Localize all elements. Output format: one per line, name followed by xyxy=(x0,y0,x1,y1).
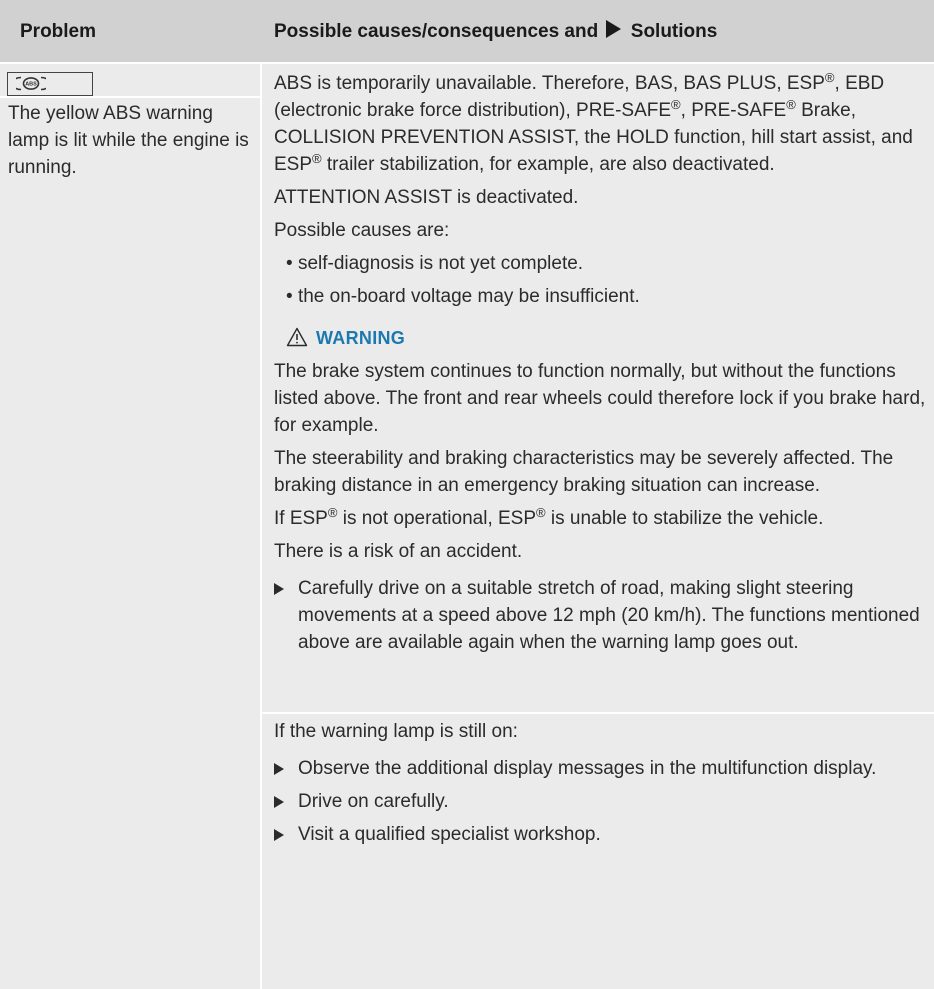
step-arrow-icon xyxy=(274,829,284,841)
step-arrow-icon xyxy=(274,583,284,595)
cause-item: • self-diagnosis is not yet complete. xyxy=(286,253,584,274)
abs-symbol-box: ABS xyxy=(7,72,93,96)
header-problem: Problem xyxy=(20,21,97,42)
header-solutions-suffix: Solutions xyxy=(630,21,718,42)
solution-cell: ABS is temporarily unavailable. Therefor… xyxy=(262,64,934,989)
problem-cell: ABS The yellow ABS warning lamp is lit w… xyxy=(0,64,260,989)
warning-triangle-icon xyxy=(286,327,308,347)
warning-text-1: The brake system continues to function n… xyxy=(274,361,926,436)
step-arrow-icon xyxy=(274,763,284,775)
triangle-right-icon xyxy=(606,20,622,38)
attention-assist-note: ATTENTION ASSIST is deactivated. xyxy=(274,187,579,208)
step-arrow-icon xyxy=(274,796,284,808)
causes-label: Possible causes are: xyxy=(274,220,450,241)
cause-item: • the on-board voltage may be insufficie… xyxy=(286,286,640,307)
still-on-label: If the warning lamp is still on: xyxy=(274,721,518,742)
table-header: Problem Possible causes/consequences and… xyxy=(0,0,934,64)
still-on-section: If the warning lamp is still on: Observe… xyxy=(274,718,934,848)
action-step: Carefully drive on a suitable stretch of… xyxy=(274,575,934,656)
action-step: Observe the additional display messages … xyxy=(274,755,934,782)
warning-title: WARNING xyxy=(316,328,406,348)
abs-lamp-label: ABS xyxy=(25,82,37,88)
action-step: Drive on carefully. xyxy=(274,788,934,815)
warning-text-3: If ESP® is not operational, ESP® is unab… xyxy=(274,505,824,529)
section-divider xyxy=(262,712,934,714)
header-solutions-prefix: Possible causes/consequences and xyxy=(274,21,599,42)
action-step: Visit a qualified specialist workshop. xyxy=(274,821,934,848)
warning-heading: WARNING xyxy=(274,324,934,352)
symbol-divider xyxy=(0,96,260,98)
header-solutions: Possible causes/consequences and Solutio… xyxy=(274,0,717,62)
problem-description: The yellow ABS warning lamp is lit while… xyxy=(8,103,249,178)
solution-intro: ABS is temporarily unavailable. Therefor… xyxy=(274,70,913,175)
warning-text-2: The steerability and braking characteris… xyxy=(274,448,894,496)
abs-warning-lamp-icon: ABS xyxy=(16,76,46,91)
warning-text-4: There is a risk of an accident. xyxy=(274,541,523,562)
